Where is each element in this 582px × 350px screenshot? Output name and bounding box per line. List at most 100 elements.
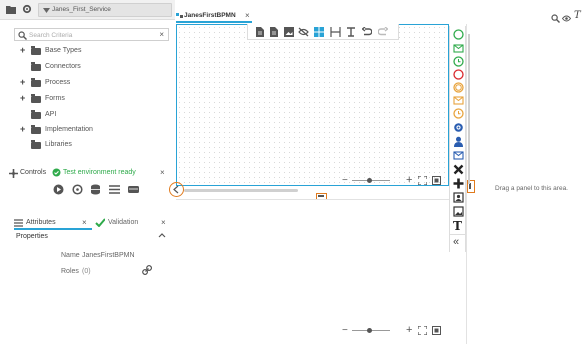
chevron-up-icon[interactable] — [158, 231, 166, 239]
check-circle-icon — [52, 168, 61, 177]
timer-start-event-icon[interactable] — [453, 56, 464, 67]
expand-icon[interactable]: + — [20, 93, 25, 103]
controls-icon — [9, 169, 18, 178]
search-box: × — [14, 28, 169, 41]
timer-intermediate-event-icon[interactable] — [453, 108, 464, 119]
zoom-in-icon[interactable]: + — [406, 174, 412, 186]
folder-icon[interactable] — [6, 5, 16, 14]
user-task-icon[interactable] — [453, 136, 464, 147]
document-icon[interactable] — [270, 27, 278, 37]
canvas-toolbar — [247, 24, 399, 40]
vertical-scrollbar[interactable] — [468, 34, 470, 184]
zoom-slider-handle[interactable] — [367, 178, 372, 183]
service-icon — [43, 7, 50, 14]
tab-canvas[interactable]: JanesFirstBPMN × — [176, 11, 252, 23]
data-object-icon[interactable] — [453, 192, 464, 203]
name-value: JanesFirstBPMN — [82, 252, 135, 259]
roles-label: Roles — [61, 268, 79, 275]
horizontal-scrollbar[interactable] — [184, 189, 298, 192]
run-icon[interactable] — [53, 184, 64, 195]
link-icon[interactable] — [142, 265, 152, 275]
message-start-event-icon[interactable] — [453, 43, 464, 54]
list-icon — [14, 219, 23, 227]
zoom-out-icon[interactable]: − — [342, 325, 348, 336]
card-icon[interactable] — [128, 185, 139, 194]
list-icon[interactable] — [109, 185, 120, 194]
minimap-icon[interactable] — [432, 326, 441, 335]
panel-collapse-handle[interactable] — [169, 182, 184, 197]
text-format-icon[interactable]: T — [574, 10, 581, 21]
text-cursor-icon[interactable] — [346, 27, 356, 37]
gear-icon[interactable] — [22, 4, 32, 14]
palette-divider — [450, 234, 465, 235]
bpmn-canvas[interactable] — [176, 24, 449, 186]
controls-panel: Controls Test environment ready × — [0, 164, 175, 214]
zoom-slider-handle[interactable] — [367, 328, 372, 333]
close-panel-icon[interactable]: × — [161, 218, 166, 227]
hide-icon[interactable] — [298, 27, 309, 37]
image-icon[interactable] — [284, 27, 294, 37]
zoom-in-icon[interactable]: + — [406, 324, 412, 336]
fit-screen-icon[interactable] — [418, 326, 427, 335]
validation-check-icon — [95, 218, 105, 227]
parallel-gateway-icon[interactable] — [453, 178, 464, 189]
expand-icon[interactable]: + — [20, 45, 25, 55]
folder-icon — [31, 110, 41, 119]
zoom-controls: − + — [342, 174, 446, 186]
search-input[interactable] — [29, 30, 149, 40]
tab-service-label: Janes_First_Service — [52, 6, 111, 13]
left-tab-bar: Janes_First_Service — [0, 0, 175, 20]
debug-icon[interactable] — [72, 184, 83, 195]
attributes-tabbar: Attributes × Validation × — [14, 217, 174, 230]
search-icon — [18, 31, 27, 40]
zoom-out-icon[interactable]: − — [342, 175, 348, 186]
undo-icon[interactable] — [362, 27, 372, 37]
database-icon[interactable] — [90, 184, 101, 195]
close-icon[interactable]: × — [160, 168, 165, 177]
minimap-icon[interactable] — [432, 176, 441, 185]
tab-service[interactable]: Janes_First_Service — [38, 3, 172, 17]
expand-icon[interactable]: + — [20, 77, 25, 87]
drop-hint: Drag a panel to this area. — [495, 185, 568, 192]
intermediate-event-icon[interactable] — [453, 82, 464, 93]
service-task-icon[interactable] — [453, 122, 464, 133]
folder-icon — [31, 140, 41, 149]
fit-screen-icon[interactable] — [418, 176, 427, 185]
tab-validation[interactable]: Validation — [95, 217, 155, 230]
tab-attributes[interactable]: Attributes × — [14, 217, 92, 230]
folder-icon — [31, 94, 41, 103]
collapse-palette-icon[interactable]: « — [453, 236, 459, 248]
implementation-folder-icon — [31, 125, 41, 134]
expand-icon[interactable]: + — [20, 124, 25, 134]
name-label: Name — [61, 252, 80, 259]
properties-section-label: Properties — [16, 233, 48, 240]
vertical-divider — [466, 24, 467, 344]
text-annotation-icon[interactable]: T — [453, 220, 462, 232]
roles-value: (0) — [82, 268, 91, 275]
bottom-zoom-controls: − + — [342, 324, 446, 336]
bpmn-palette: T « — [449, 26, 466, 252]
folder-icon — [31, 46, 41, 55]
folder-icon — [31, 62, 41, 71]
close-tab-icon[interactable]: × — [82, 218, 87, 227]
clear-search-icon[interactable]: × — [159, 30, 164, 39]
search-icon[interactable] — [551, 14, 560, 23]
message-intermediate-event-icon[interactable] — [453, 95, 464, 106]
image-element-icon[interactable] — [453, 206, 464, 217]
start-event-icon[interactable] — [453, 29, 464, 40]
grid-icon[interactable] — [314, 27, 324, 37]
controls-label: Controls — [20, 169, 47, 176]
properties-header[interactable]: Properties — [14, 231, 174, 243]
redo-icon[interactable] — [378, 27, 388, 37]
message-task-icon[interactable] — [453, 150, 464, 161]
end-event-icon[interactable] — [453, 69, 464, 80]
process-icon — [176, 12, 183, 19]
folder-icon — [31, 78, 41, 87]
horizontal-spacing-icon[interactable] — [330, 27, 341, 37]
exclusive-gateway-icon[interactable] — [453, 164, 464, 175]
status-text: Test environment ready — [63, 169, 136, 176]
new-document-icon[interactable] — [256, 27, 264, 37]
horizontal-divider — [176, 199, 466, 200]
close-tab-icon[interactable]: × — [245, 11, 250, 20]
visibility-icon[interactable] — [562, 15, 571, 22]
